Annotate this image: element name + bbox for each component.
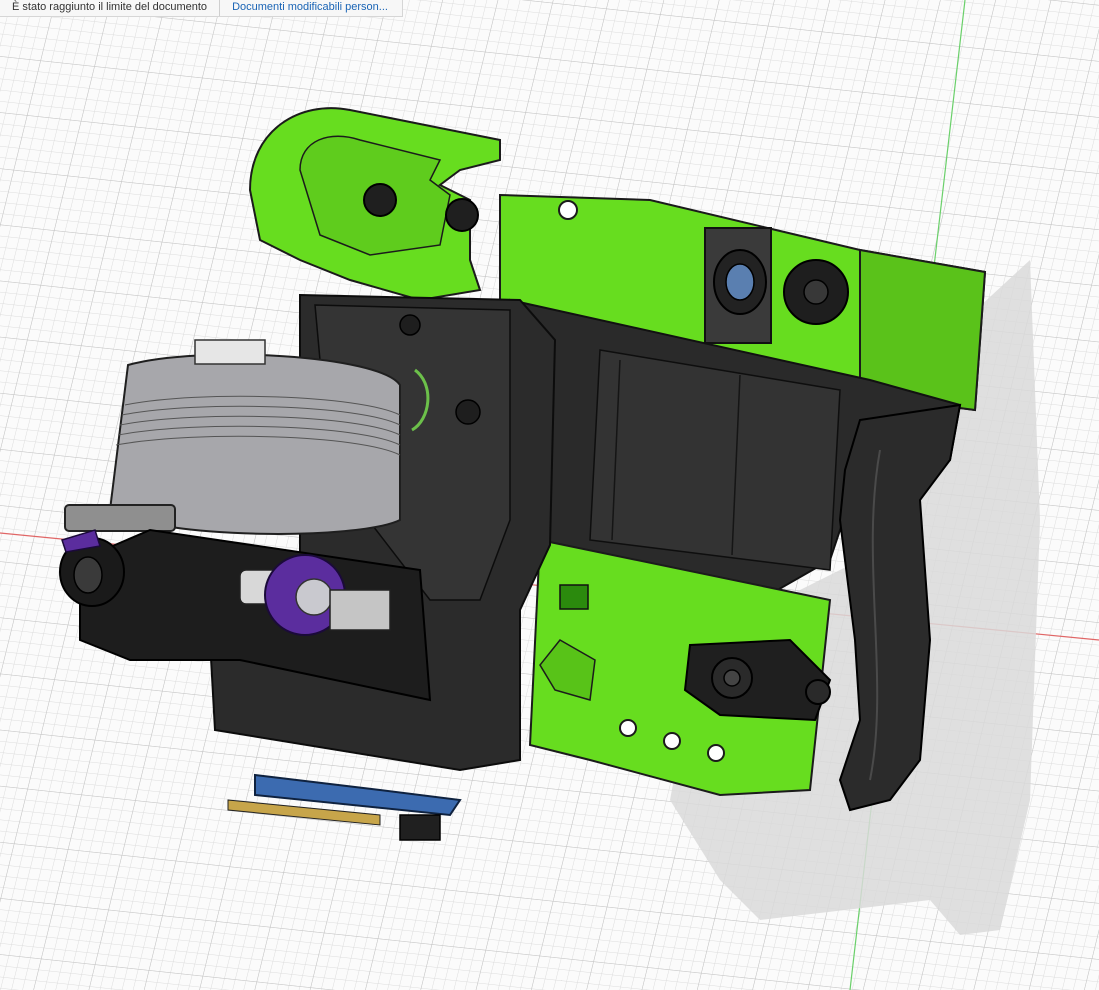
document-limit-bar: È stato raggiunto il limite del document… (0, 0, 403, 17)
mount-hole (558, 200, 578, 220)
pcb-chip (399, 814, 441, 841)
hex-socket-icon (295, 578, 333, 616)
bolt-head (363, 183, 397, 217)
idler-knob-center (73, 556, 103, 594)
screw (455, 399, 481, 425)
bearing-inner (725, 263, 755, 301)
bolt-head (445, 198, 479, 232)
gear (64, 504, 176, 532)
document-limit-message: È stato raggiunto il limite del document… (0, 0, 221, 16)
3d-viewport[interactable] (0, 0, 1099, 990)
mount-hole (663, 732, 681, 750)
mount-hole (619, 719, 637, 737)
bolt-head (805, 679, 831, 705)
viewport-canvas[interactable] (0, 0, 1099, 990)
hex-socket-icon (723, 669, 741, 687)
hex-socket-icon (803, 279, 829, 305)
motor-face (589, 349, 841, 571)
mount-hole (707, 744, 725, 762)
bearing-block (329, 589, 391, 631)
bracket-slot (559, 584, 589, 610)
screw (399, 314, 421, 336)
connector (194, 339, 266, 365)
editable-documents-link[interactable]: Documenti modificabili person... (220, 0, 402, 16)
